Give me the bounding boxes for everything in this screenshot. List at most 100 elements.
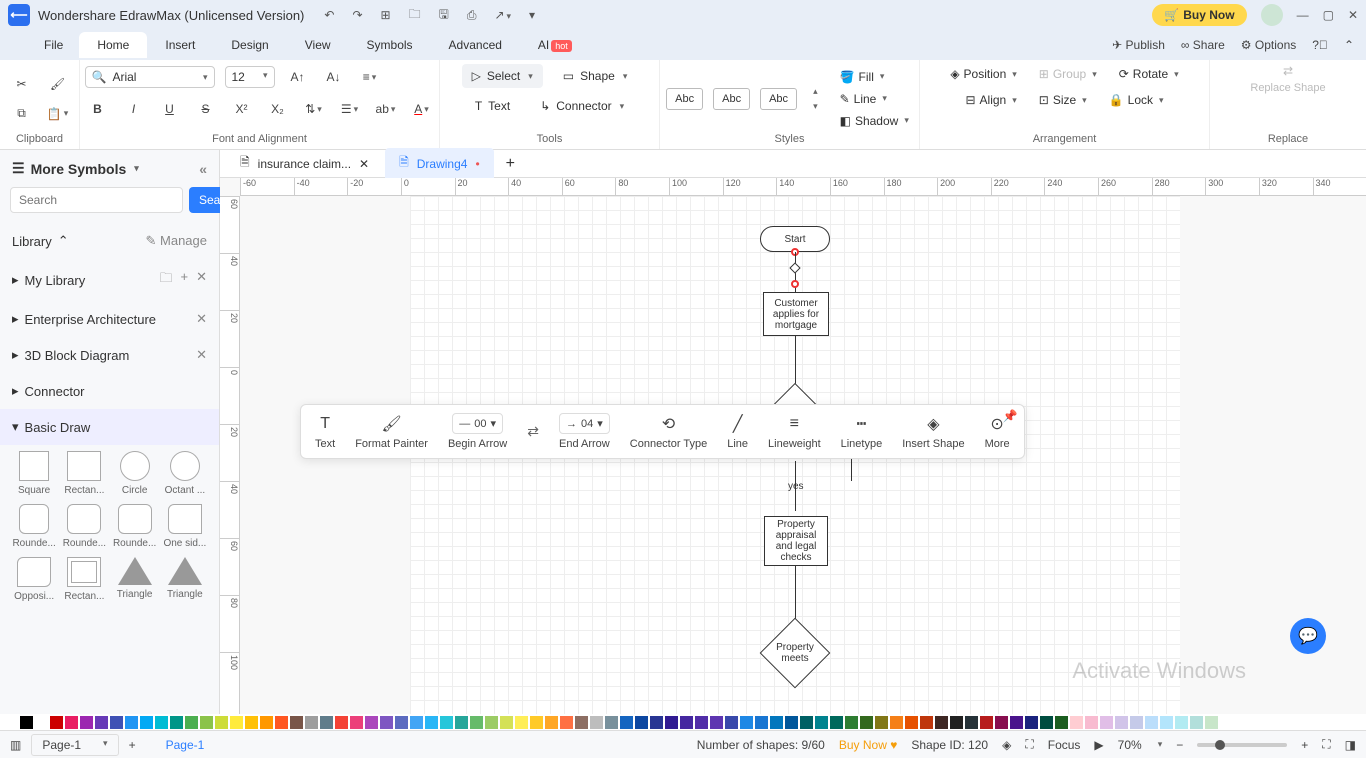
export-icon[interactable]: ↗▾ (494, 8, 511, 22)
collapse-sidebar-icon[interactable]: « (199, 161, 207, 177)
ft-connector-type[interactable]: ⟲Connector Type (630, 414, 707, 450)
font-family-select[interactable]: 🔍Arial▾ (85, 66, 215, 88)
color-swatch[interactable] (230, 716, 243, 729)
flow-decision2[interactable]: Property meets (760, 618, 831, 689)
shape-opposite[interactable] (17, 557, 51, 587)
paste-icon[interactable]: 📋▾ (45, 101, 71, 127)
buy-now-button[interactable]: 🛒Buy Now (1152, 4, 1246, 26)
style-down-icon[interactable]: ▾ (813, 101, 818, 112)
connect-point[interactable] (791, 280, 799, 288)
print-icon[interactable]: ⎙ (467, 8, 477, 23)
color-swatch[interactable] (695, 716, 708, 729)
flow-process2[interactable]: Property appraisal and legal checks (764, 516, 828, 566)
collapse-ribbon-icon[interactable]: ⌃ (1344, 38, 1354, 52)
color-swatch[interactable] (845, 716, 858, 729)
pin-icon[interactable]: 📌 (1003, 409, 1018, 423)
copy-icon[interactable]: ⧉ (9, 101, 35, 127)
shape-rect-inner[interactable] (67, 557, 101, 587)
shape-rounded3[interactable] (118, 504, 152, 534)
ft-lineweight[interactable]: ≡Lineweight (768, 414, 821, 450)
color-swatch[interactable] (725, 716, 738, 729)
tab-design[interactable]: Design (213, 32, 286, 58)
add-icon[interactable]: + (181, 269, 189, 291)
color-swatch[interactable] (1205, 716, 1218, 729)
color-swatch[interactable] (170, 716, 183, 729)
color-swatch[interactable] (770, 716, 783, 729)
color-swatch[interactable] (665, 716, 678, 729)
color-swatch[interactable] (470, 716, 483, 729)
folder-icon[interactable]: 🗀 (159, 269, 172, 291)
select-tool[interactable]: ▷ Select▾ (462, 64, 543, 88)
color-swatch[interactable] (260, 716, 273, 729)
color-swatch[interactable] (365, 716, 378, 729)
shape-rectangle[interactable] (67, 451, 101, 481)
user-avatar[interactable] (1261, 4, 1283, 26)
color-swatch[interactable] (95, 716, 108, 729)
color-swatch[interactable] (620, 716, 633, 729)
color-swatch[interactable] (785, 716, 798, 729)
color-swatch[interactable] (995, 716, 1008, 729)
layers-icon[interactable]: ◈ (1002, 738, 1011, 752)
case-icon[interactable]: ab▾ (373, 96, 399, 122)
flow-process1[interactable]: Customer applies for mortgage (763, 292, 829, 336)
align-icon[interactable]: ≡▾ (357, 64, 383, 90)
strike-icon[interactable]: S (193, 96, 219, 122)
color-swatch[interactable] (65, 716, 78, 729)
color-swatch[interactable] (920, 716, 933, 729)
ft-insert-shape[interactable]: ◈Insert Shape (902, 414, 964, 450)
color-swatch[interactable] (980, 716, 993, 729)
cat-3d[interactable]: ▸ 3D Block Diagram✕ (0, 337, 219, 373)
page-selector[interactable]: Page-1▾ (31, 734, 118, 756)
cat-my-library[interactable]: ▸ My Library🗀+✕ (0, 259, 219, 301)
manage-button[interactable]: ✎ Manage (146, 233, 208, 249)
group-button[interactable]: ⊞ Group▾ (1035, 64, 1101, 84)
add-tab-icon[interactable]: + (496, 155, 525, 173)
color-swatch[interactable] (320, 716, 333, 729)
color-swatch[interactable] (335, 716, 348, 729)
shape-rounded1[interactable] (19, 504, 49, 534)
shape-octant[interactable] (170, 451, 200, 481)
color-swatch[interactable] (50, 716, 63, 729)
options-button[interactable]: ⚙ Options (1241, 38, 1296, 52)
close-tab-icon[interactable]: ✕ (359, 157, 369, 171)
redo-icon[interactable]: ↷ (352, 8, 362, 22)
color-swatch[interactable] (635, 716, 648, 729)
color-swatch[interactable] (545, 716, 558, 729)
color-swatch[interactable] (1055, 716, 1068, 729)
color-swatch[interactable] (950, 716, 963, 729)
ft-text[interactable]: TText (315, 414, 335, 450)
color-swatch[interactable] (125, 716, 138, 729)
color-swatch[interactable] (590, 716, 603, 729)
color-swatch[interactable] (1040, 716, 1053, 729)
tab-symbols[interactable]: Symbols (349, 32, 431, 58)
color-swatch[interactable] (800, 716, 813, 729)
color-swatch[interactable] (710, 716, 723, 729)
style-up-icon[interactable]: ▴ (813, 86, 818, 97)
color-swatch[interactable] (110, 716, 123, 729)
color-swatch[interactable] (350, 716, 363, 729)
maximize-icon[interactable]: ▢ (1323, 8, 1334, 22)
tab-insert[interactable]: Insert (147, 32, 213, 58)
shadow-button[interactable]: ◧ Shadow▾ (836, 111, 913, 131)
help-icon[interactable]: ?⃝ (1312, 38, 1328, 52)
rotate-button[interactable]: ⟳ Rotate▾ (1115, 64, 1183, 84)
color-swatch[interactable] (1115, 716, 1128, 729)
share-button[interactable]: ∞ Share (1181, 38, 1225, 52)
color-swatch[interactable] (440, 716, 453, 729)
ft-linetype[interactable]: ┅Linetype (841, 414, 883, 450)
color-swatch[interactable] (200, 716, 213, 729)
color-swatch[interactable] (860, 716, 873, 729)
list-icon[interactable]: ☰▾ (337, 96, 363, 122)
style-preset-1[interactable]: Abc (666, 88, 703, 110)
color-swatch[interactable] (830, 716, 843, 729)
chat-icon[interactable]: 💬 (1290, 618, 1326, 654)
decrease-font-icon[interactable]: A↓ (321, 64, 347, 90)
color-swatch[interactable] (305, 716, 318, 729)
color-swatch[interactable] (755, 716, 768, 729)
color-swatch[interactable] (1130, 716, 1143, 729)
font-color-icon[interactable]: A▾ (409, 96, 435, 122)
shape-circle[interactable] (120, 451, 150, 481)
color-swatch[interactable] (410, 716, 423, 729)
color-swatch[interactable] (290, 716, 303, 729)
line-button[interactable]: ✎ Line▾ (836, 89, 913, 109)
